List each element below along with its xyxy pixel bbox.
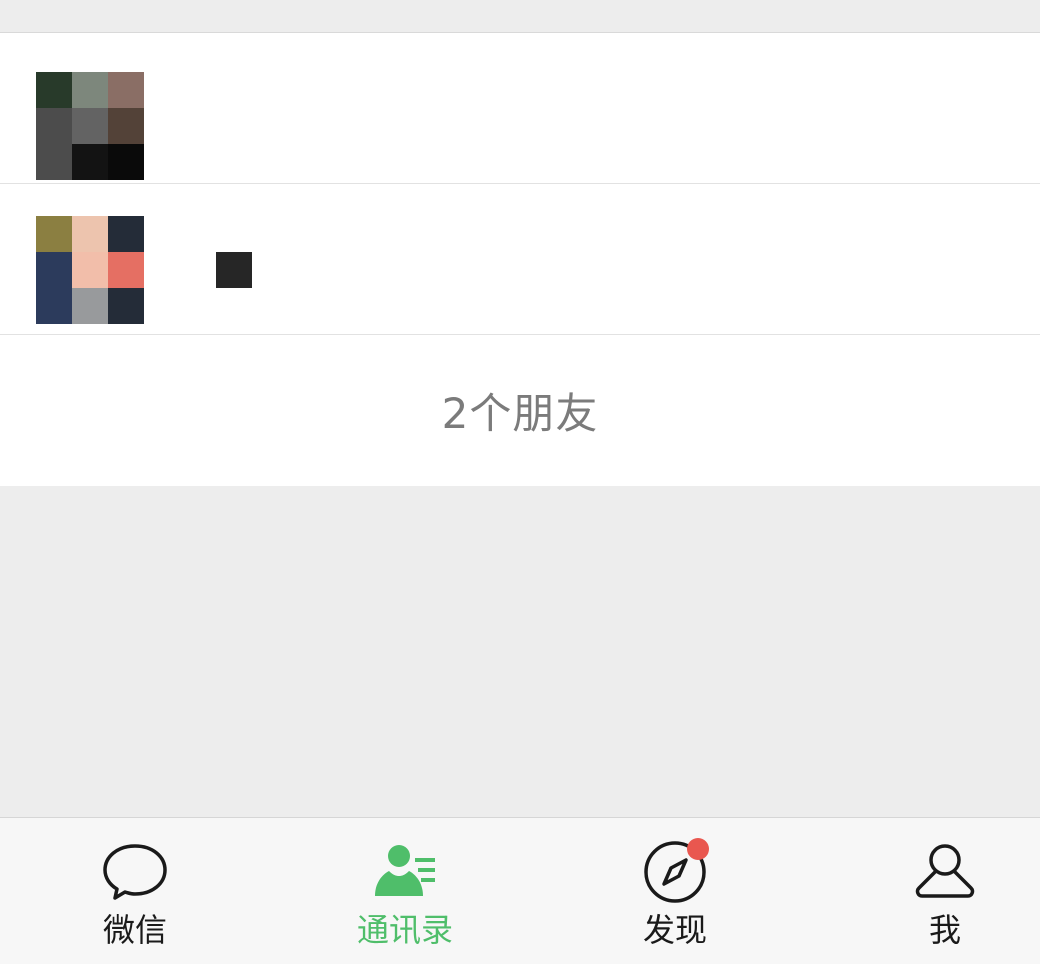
tab-label: 我 [928, 911, 961, 949]
tab-contacts[interactable]: 通讯录 [305, 818, 505, 964]
avatar-pixel [36, 144, 72, 180]
top-strip [0, 0, 1040, 33]
contact-list: 2个朋友 [0, 33, 1040, 486]
avatar-pixel [108, 144, 144, 180]
tab-me[interactable]: 我 [845, 818, 1040, 964]
avatar-pixel [72, 72, 108, 108]
avatar-pixel [108, 288, 144, 324]
person-icon [905, 838, 985, 904]
tab-bar: 微信 通讯录 发现 我 [0, 817, 1040, 964]
friend-count: 2个朋友 [441, 389, 599, 438]
contact-avatar [36, 216, 144, 324]
avatar-pixel [36, 216, 72, 252]
compass-icon [635, 838, 715, 904]
contact-row[interactable] [0, 33, 1040, 184]
avatar-pixel [36, 252, 72, 288]
avatar-pixel [36, 72, 72, 108]
contacts-icon [365, 838, 445, 904]
contact-avatar [36, 72, 144, 180]
avatar-pixel [36, 288, 72, 324]
avatar-pixel [108, 72, 144, 108]
avatar-pixel [36, 108, 72, 144]
avatar-pixel [108, 216, 144, 252]
tab-chats[interactable]: 微信 [35, 818, 235, 964]
tab-discover[interactable]: 发现 [575, 818, 775, 964]
avatar-pixel [72, 216, 108, 252]
avatar-pixel [72, 288, 108, 324]
notification-dot [687, 838, 709, 860]
avatar-pixel [72, 252, 108, 288]
avatar-pixel [72, 108, 108, 144]
contact-row[interactable] [0, 184, 1040, 335]
tab-label: 微信 [102, 911, 167, 949]
avatar-pixel [108, 252, 144, 288]
avatar-pixel [108, 108, 144, 144]
tab-label: 通讯录 [356, 911, 453, 949]
avatar-pixel [72, 144, 108, 180]
redacted-name-block [216, 252, 252, 288]
chat-bubble-icon [95, 838, 175, 904]
tab-label: 发现 [642, 911, 707, 949]
